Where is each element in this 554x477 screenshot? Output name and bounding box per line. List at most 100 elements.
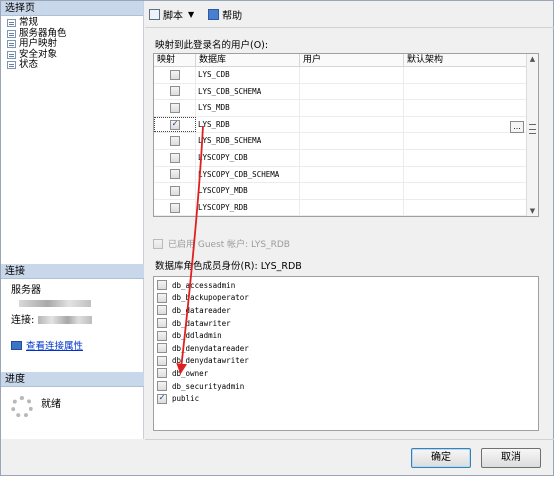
database-cell: LYSCOPY_RDB [196, 199, 300, 216]
map-checkbox[interactable] [169, 152, 180, 163]
mapping-row[interactable]: LYS_CDB_SCHEMA [154, 83, 538, 101]
role-item[interactable]: db_ddladmin [154, 329, 538, 342]
map-checkbox[interactable] [169, 86, 180, 97]
role-name: db_denydatawriter [172, 356, 249, 366]
role-name: db_owner [172, 368, 209, 378]
map-checkbox[interactable] [169, 102, 180, 113]
role-name: db_denydatareader [172, 343, 249, 353]
properties-icon [11, 340, 22, 350]
default-schema-cell[interactable] [404, 133, 528, 149]
map-cell [154, 133, 196, 149]
database-cell: LYSCOPY_CDB [196, 149, 300, 166]
default-schema-cell[interactable] [404, 183, 528, 199]
mapping-row[interactable]: LYSCOPY_RDB [154, 199, 538, 216]
user-cell[interactable] [300, 133, 404, 149]
role-checkbox[interactable] [157, 280, 167, 291]
page-label: 常规 [19, 17, 39, 28]
role-item[interactable]: db_datawriter [154, 317, 538, 330]
mapping-row[interactable]: LYSCOPY_MDB [154, 183, 538, 200]
database-cell: LYS_RDB_SCHEMA [196, 133, 300, 149]
role-membership-list: db_accessadmin db_backupoperator db_datare… [153, 276, 539, 431]
map-checkbox[interactable] [169, 69, 180, 80]
map-cell: ✓ [154, 116, 196, 133]
mapping-row[interactable]: LYSCOPY_CDB [154, 149, 538, 167]
scroll-up-icon[interactable]: ▲ [527, 54, 538, 64]
page-icon [7, 19, 16, 28]
mapping-row[interactable]: LYS_CDB [154, 67, 538, 84]
role-checkbox[interactable] [157, 381, 167, 392]
role-item[interactable]: db_datareader [154, 304, 538, 317]
connection-header: 连接 [1, 264, 144, 279]
user-cell[interactable] [300, 149, 404, 166]
page-item-status[interactable]: 状态 [7, 59, 143, 71]
scroll-down-icon[interactable]: ▼ [527, 206, 538, 216]
left-pane: 选择页 常规 服务器角色 用户映射 安全对象 状态 连接 服务器 连接: 查看连… [1, 1, 144, 439]
page-item-general[interactable]: 常规 [7, 17, 143, 29]
user-cell[interactable] [300, 100, 404, 116]
default-schema-cell[interactable] [404, 149, 528, 166]
column-header-database[interactable]: 数据库 [196, 54, 300, 66]
role-item[interactable]: ✓ public [154, 392, 538, 405]
user-cell[interactable] [300, 116, 404, 133]
role-item[interactable]: db_owner [154, 367, 538, 380]
role-item[interactable]: db_denydatawriter [154, 355, 538, 368]
default-schema-cell[interactable] [404, 100, 528, 116]
role-checkbox[interactable] [157, 355, 167, 366]
help-button[interactable]: 帮助 [208, 7, 242, 22]
user-cell[interactable] [300, 183, 404, 199]
mapping-row[interactable]: LYS_RDB_SCHEMA [154, 133, 538, 150]
script-button[interactable]: 脚本 ▼ [149, 7, 194, 22]
page-label: 用户映射 [19, 38, 58, 49]
column-header-map[interactable]: 映射 [154, 54, 196, 66]
role-item[interactable]: db_backupoperator [154, 292, 538, 305]
ok-button[interactable]: 确定 [411, 448, 471, 468]
role-name: db_securityadmin [172, 381, 245, 391]
default-schema-cell[interactable] [404, 67, 528, 83]
mapping-row[interactable]: LYS_MDB [154, 100, 538, 117]
role-checkbox[interactable] [157, 330, 167, 341]
page-icon [7, 40, 16, 49]
database-cell: LYS_CDB_SCHEMA [196, 83, 300, 100]
progress-header: 进度 [1, 372, 144, 387]
mapping-row[interactable]: ✓ LYS_RDB [154, 116, 538, 134]
role-item[interactable]: db_denydatareader [154, 342, 538, 355]
cancel-button[interactable]: 取消 [481, 448, 541, 468]
role-checkbox[interactable]: ✓ [157, 393, 167, 404]
view-connection-properties-link[interactable]: 查看连接属性 [11, 338, 144, 352]
user-cell[interactable] [300, 166, 404, 183]
default-schema-cell[interactable] [404, 166, 528, 183]
user-mapping-grid: 映射 数据库 用户 默认架构 LYS_CDB LYS_CDB_SCHEMA LYS_… [153, 53, 539, 217]
grid-scrollbar[interactable]: ▲ ▼ [526, 54, 538, 216]
column-header-default-schema[interactable]: 默认架构 [404, 54, 528, 66]
map-checkbox[interactable] [169, 202, 180, 213]
database-cell: LYS_CDB [196, 67, 300, 83]
role-checkbox[interactable] [157, 305, 167, 316]
role-checkbox[interactable] [157, 318, 167, 329]
progress-section: 进度 就绪 [1, 372, 144, 418]
default-schema-cell[interactable] [404, 83, 528, 100]
page-list: 常规 服务器角色 用户映射 安全对象 状态 [1, 16, 143, 71]
role-checkbox[interactable] [157, 292, 167, 303]
map-checkbox[interactable] [169, 185, 180, 196]
user-cell[interactable] [300, 67, 404, 83]
column-header-user[interactable]: 用户 [300, 54, 404, 66]
user-cell[interactable] [300, 199, 404, 216]
user-cell[interactable] [300, 83, 404, 100]
mapping-row[interactable]: LYSCOPY_CDB_SCHEMA [154, 166, 538, 184]
chevron-down-icon[interactable]: ▼ [188, 10, 194, 19]
mapping-label: 映射到此登录名的用户(O): [155, 40, 269, 51]
map-cell [154, 149, 196, 166]
dialog-footer: 确定 取消 [145, 439, 554, 476]
role-item[interactable]: db_accessadmin [154, 279, 538, 292]
role-checkbox[interactable] [157, 368, 167, 379]
page-item-user-mapping[interactable]: 用户映射 [7, 38, 143, 50]
map-checkbox[interactable] [169, 136, 180, 147]
map-checkbox[interactable] [169, 169, 180, 180]
role-item[interactable]: db_securityadmin [154, 380, 538, 393]
role-name: db_datawriter [172, 318, 231, 328]
default-schema-cell[interactable] [404, 199, 528, 216]
role-checkbox[interactable] [157, 343, 167, 354]
role-name: public [172, 394, 200, 404]
map-checkbox[interactable]: ✓ [170, 119, 180, 130]
default-schema-browse-button[interactable]: ... [510, 121, 524, 133]
